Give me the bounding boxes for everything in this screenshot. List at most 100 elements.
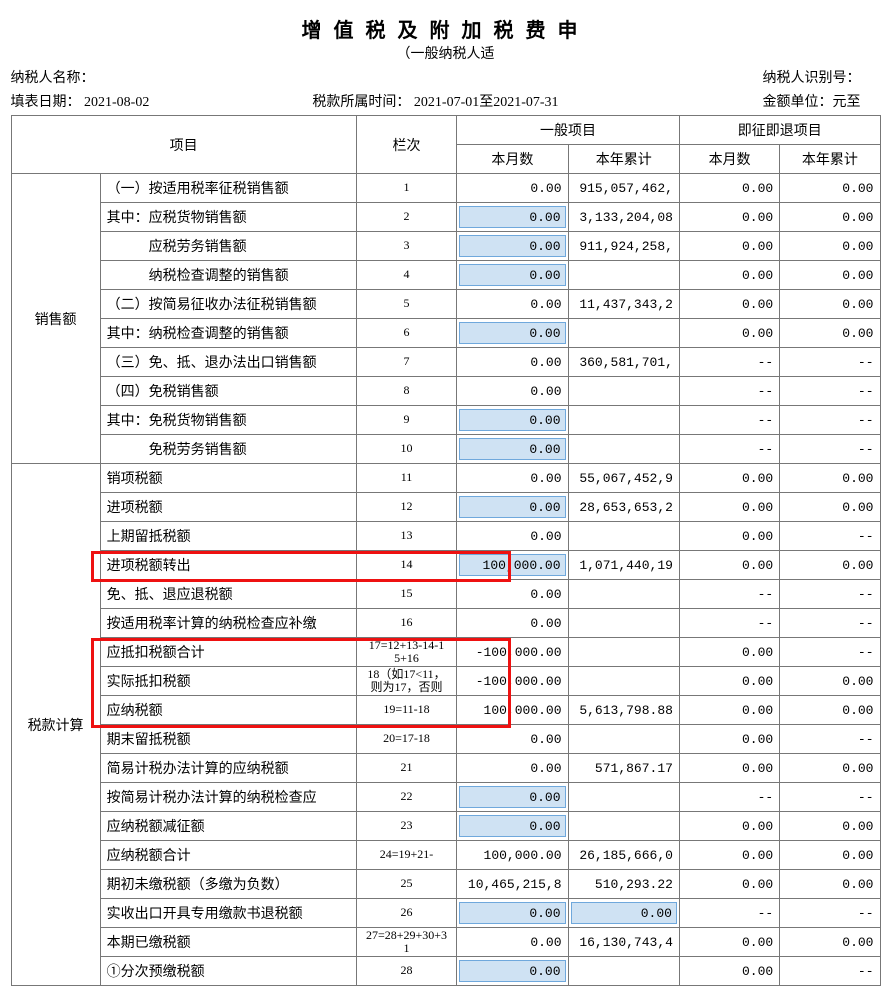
input-general-month[interactable]: 0.00 [459, 409, 565, 431]
table-row: 应纳税额合计24=19+21-100,000.0026,185,666,00.0… [11, 841, 880, 870]
cell-general-year [568, 609, 679, 638]
colno-cell: 28 [356, 957, 456, 986]
cell-general-month[interactable]: 0.00 [457, 783, 568, 812]
th-gen-year: 本年累计 [568, 145, 679, 174]
input-general-year[interactable]: 0.00 [571, 902, 677, 924]
cell-general-month[interactable]: 0.00 [457, 203, 568, 232]
cell-refund-year: -- [780, 609, 880, 638]
cell-refund-year: 0.00 [780, 290, 880, 319]
cell-general-month: 0.00 [457, 464, 568, 493]
cell-general-month: 0.00 [457, 754, 568, 783]
th-gen-month: 本月数 [457, 145, 568, 174]
table-row: （三）免、抵、退办法出口销售额70.00360,581,701,---- [11, 348, 880, 377]
cell-general-month[interactable]: 100,000.00 [457, 551, 568, 580]
input-general-month[interactable]: 0.00 [459, 235, 565, 257]
cell-general-month[interactable]: 0.00 [457, 319, 568, 348]
colno-cell: 6 [356, 319, 456, 348]
cell-general-year [568, 638, 679, 667]
cell-refund-year: 0.00 [780, 551, 880, 580]
cell-general-month[interactable]: 0.00 [457, 957, 568, 986]
cell-general-year: 11,437,343,2 [568, 290, 679, 319]
colno-cell: 13 [356, 522, 456, 551]
input-general-month[interactable]: 100,000.00 [459, 554, 565, 576]
cell-refund-month: -- [679, 609, 779, 638]
cell-refund-year: 0.00 [780, 174, 880, 203]
input-general-month[interactable]: 0.00 [459, 438, 565, 460]
cell-refund-month: 0.00 [679, 754, 779, 783]
cell-general-year [568, 812, 679, 841]
cell-refund-year: 0.00 [780, 232, 880, 261]
colno-cell: 21 [356, 754, 456, 783]
item-cell: 应纳税额合计 [100, 841, 356, 870]
input-general-month[interactable]: 0.00 [459, 264, 565, 286]
cell-general-month[interactable]: 0.00 [457, 232, 568, 261]
input-general-month[interactable]: 0.00 [459, 322, 565, 344]
item-cell: （二）按简易征收办法征税销售额 [100, 290, 356, 319]
cell-general-month[interactable]: 0.00 [457, 899, 568, 928]
item-cell: （四）免税销售额 [100, 377, 356, 406]
cell-general-month: 0.00 [457, 290, 568, 319]
colno-cell: 16 [356, 609, 456, 638]
cell-refund-month: 0.00 [679, 522, 779, 551]
cell-refund-year: -- [780, 522, 880, 551]
colno-cell: 17=12+13-14-1 5+16 [356, 638, 456, 667]
cell-refund-year: 0.00 [780, 203, 880, 232]
item-cell: 进项税额转出 [100, 551, 356, 580]
input-general-month[interactable]: 0.00 [459, 815, 565, 837]
cell-general-month: 0.00 [457, 928, 568, 957]
cell-general-month[interactable]: 0.00 [457, 493, 568, 522]
cell-refund-month: 0.00 [679, 725, 779, 754]
table-row: 免税劳务销售额100.00---- [11, 435, 880, 464]
cell-general-year: 16,130,743,4 [568, 928, 679, 957]
input-general-month[interactable]: 0.00 [459, 206, 565, 228]
cell-general-month: 0.00 [457, 174, 568, 203]
table-row: 免、抵、退应退税额150.00---- [11, 580, 880, 609]
table-row: 进项税额转出14100,000.001,071,440,190.000.00 [11, 551, 880, 580]
cell-refund-year: -- [780, 406, 880, 435]
cell-refund-month: 0.00 [679, 667, 779, 696]
table-row: 期初未缴税额（多缴为负数）2510,465,215,8510,293.220.0… [11, 870, 880, 899]
colno-cell: 10 [356, 435, 456, 464]
cell-general-year[interactable]: 0.00 [568, 899, 679, 928]
cell-general-year [568, 725, 679, 754]
table-row: 应抵扣税额合计17=12+13-14-1 5+16-100,000.000.00… [11, 638, 880, 667]
input-general-month[interactable]: 0.00 [459, 496, 565, 518]
cell-general-month[interactable]: 0.00 [457, 406, 568, 435]
table-row: 应税劳务销售额30.00911,924,258,0.000.00 [11, 232, 880, 261]
input-general-month[interactable]: 0.00 [459, 786, 565, 808]
cell-general-month[interactable]: 0.00 [457, 435, 568, 464]
input-general-month[interactable]: 0.00 [459, 960, 565, 982]
input-general-month[interactable]: 0.00 [459, 902, 565, 924]
cell-general-month: 100,000.00 [457, 696, 568, 725]
table-row: 按简易计税办法计算的纳税检查应220.00---- [11, 783, 880, 812]
item-cell: 免、抵、退应退税额 [100, 580, 356, 609]
item-cell: 按简易计税办法计算的纳税检查应 [100, 783, 356, 812]
table-row: 其中：免税货物销售额90.00---- [11, 406, 880, 435]
colno-cell: 2 [356, 203, 456, 232]
fill-date-label: 填表日期： [11, 95, 81, 110]
table-row: 进项税额120.0028,653,653,20.000.00 [11, 493, 880, 522]
cell-refund-year: -- [780, 725, 880, 754]
cell-general-year: 571,867.17 [568, 754, 679, 783]
cell-general-year: 5,613,798.88 [568, 696, 679, 725]
table-row: 实际抵扣税额18（如17<11， 则为17，否则-100,000.000.000… [11, 667, 880, 696]
item-cell: （三）免、抵、退办法出口销售额 [100, 348, 356, 377]
cell-general-year: 1,071,440,19 [568, 551, 679, 580]
fill-date-value: 2021-08-02 [84, 95, 149, 110]
table-row: （二）按简易征收办法征税销售额50.0011,437,343,20.000.00 [11, 290, 880, 319]
cell-general-month[interactable]: 0.00 [457, 261, 568, 290]
cell-general-year [568, 580, 679, 609]
th-ref-month: 本月数 [679, 145, 779, 174]
table-row: 其中：纳税检查调整的销售额60.000.000.00 [11, 319, 880, 348]
cell-general-year: 55,067,452,9 [568, 464, 679, 493]
taxpayer-name-label: 纳税人名称： [11, 67, 436, 87]
cell-refund-year: 0.00 [780, 928, 880, 957]
cell-general-year: 26,185,666,0 [568, 841, 679, 870]
table-row: 纳税检查调整的销售额40.000.000.00 [11, 261, 880, 290]
cell-general-month: -100,000.00 [457, 667, 568, 696]
cell-general-year [568, 522, 679, 551]
cell-general-month[interactable]: 0.00 [457, 812, 568, 841]
cell-refund-year: 0.00 [780, 754, 880, 783]
cell-refund-month: 0.00 [679, 841, 779, 870]
item-cell: 应抵扣税额合计 [100, 638, 356, 667]
